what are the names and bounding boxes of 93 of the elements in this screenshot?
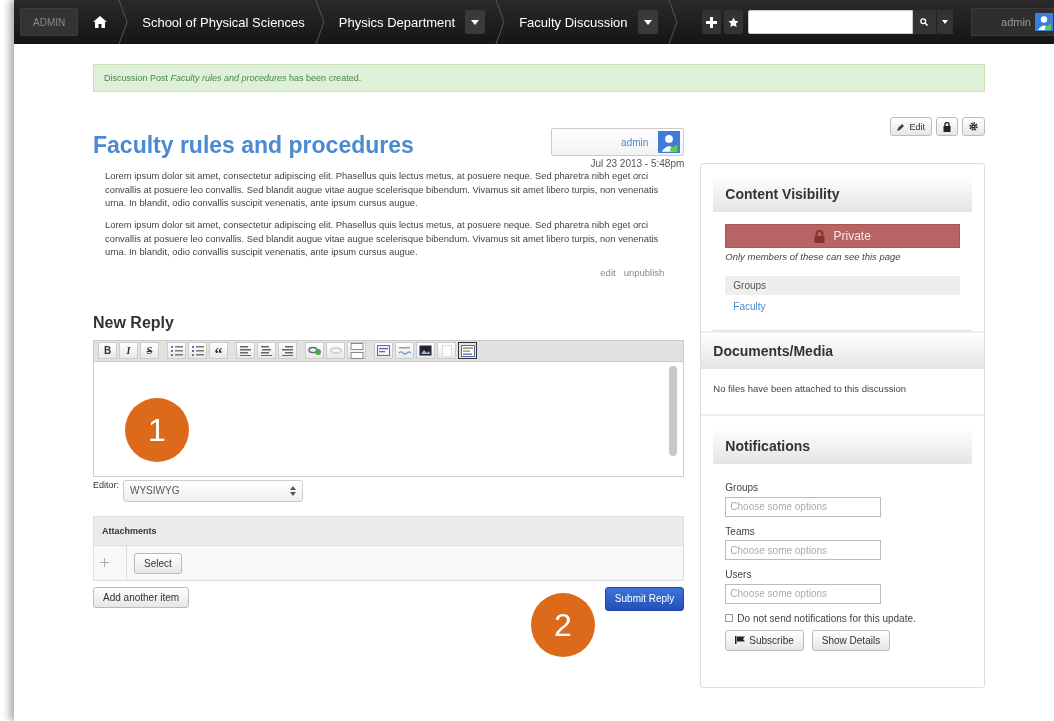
italic-button[interactable]: I	[119, 342, 138, 360]
quote-button[interactable]: “	[209, 342, 228, 360]
flag-icon	[735, 636, 746, 644]
lock-icon	[943, 121, 951, 132]
image-button[interactable]	[416, 342, 435, 360]
checkbox-label: Do not send notifications for this update.	[737, 612, 916, 624]
options-field[interactable]: Choose some options	[725, 496, 882, 517]
search-button[interactable]	[912, 10, 936, 34]
favorite-button[interactable]	[723, 10, 743, 34]
template-button[interactable]	[374, 342, 393, 360]
drag-handle-icon[interactable]	[100, 557, 109, 567]
attachments-header: Attachments	[94, 516, 684, 546]
submit-button[interactable]: Submit Reply	[604, 586, 685, 611]
empty-message: No files have been attached to this discussion	[712, 382, 908, 396]
dropdown-button[interactable]	[465, 10, 486, 34]
post-title: Faculty rules and procedures	[93, 132, 414, 160]
search-field[interactable]	[747, 10, 913, 34]
home-icon	[92, 15, 109, 29]
breadcrumb-link[interactable]: Faculty Discussion	[505, 14, 638, 30]
post-action-link[interactable]: unpublish	[623, 266, 665, 278]
blank-page-icon	[441, 344, 452, 357]
caret-icon	[471, 19, 480, 25]
bold-button[interactable]: B	[98, 342, 117, 360]
align-icon	[261, 345, 272, 357]
caret-icon	[643, 19, 652, 25]
add-item-button[interactable]: Add another item	[93, 586, 190, 608]
align-left-button[interactable]	[236, 342, 255, 360]
options-field[interactable]: Choose some options	[725, 540, 882, 560]
reply-heading: New Reply	[93, 313, 175, 332]
subscribe-button[interactable]: Subscribe	[725, 629, 804, 651]
field-label: Users	[725, 569, 753, 580]
add-button[interactable]	[702, 10, 721, 34]
source-button[interactable]	[458, 342, 477, 360]
image-icon	[419, 345, 432, 357]
pencil-icon	[897, 122, 906, 131]
private-badge: Private	[725, 224, 960, 248]
breadcrumb-link[interactable]: School of Physical Sciences	[128, 14, 315, 30]
page-break-button[interactable]	[347, 342, 366, 360]
chevron-separator-icon	[667, 0, 678, 44]
options-field[interactable]: Choose some options	[725, 583, 882, 604]
avatar-icon	[658, 131, 681, 153]
strike-button[interactable]: S	[140, 342, 159, 360]
align-center-button[interactable]	[257, 342, 276, 360]
admin-button[interactable]: ADMIN	[20, 8, 79, 36]
editor-label: Editor:	[93, 479, 119, 490]
success-message: Discussion Post Faculty rules and procedures has been created.	[93, 64, 985, 92]
show-details-button[interactable]: Show Details	[811, 629, 891, 651]
bullets-button[interactable]	[167, 342, 186, 360]
chevron-separator-icon	[495, 0, 506, 44]
dropdown-button[interactable]	[637, 10, 658, 34]
lock-button[interactable]	[936, 117, 958, 136]
settings-icon	[969, 122, 978, 131]
user-menu-button[interactable]: admin	[970, 8, 1054, 36]
caret-icon	[941, 20, 948, 24]
align-icon	[240, 345, 251, 357]
align-icon	[282, 345, 293, 357]
spelling-icon	[398, 345, 411, 357]
scrollbar[interactable]	[669, 365, 678, 456]
groups-heading: Groups	[725, 276, 960, 295]
plus-icon	[706, 16, 717, 28]
edit-button[interactable]: Edit	[890, 117, 932, 136]
step-number-marker: 2	[531, 593, 595, 657]
numbers-button[interactable]	[188, 342, 207, 360]
chevron-separator-icon	[314, 0, 325, 44]
post-paragraph: Lorem ipsum dolor sit amet, consectetur adipiscing elit. Phasellus quis lectus metus, at posuere neque. Sed pharetra nibh eget orci convallis at posuere leo convallis. Sed blandit augue vitae augue scelerisque bibendum. Vivamus sit amet libero turpis, non venenatis urna. In blandit, odio convallis suscipit venenatis, ante ipsum cursus augue.	[105, 169, 660, 210]
group-link[interactable]: Faculty	[733, 301, 766, 312]
select-button[interactable]: Select	[134, 552, 182, 574]
select-arrows-icon	[290, 485, 296, 496]
link-icon	[307, 345, 322, 357]
page-break-icon	[349, 342, 364, 359]
visibility-note: Only members of these can see this page	[725, 251, 902, 262]
source-icon	[460, 344, 475, 357]
chevron-separator-icon	[118, 0, 129, 44]
breadcrumb-link[interactable]: Physics Department	[324, 14, 466, 30]
list-icon	[170, 345, 183, 357]
search-icon	[920, 18, 929, 26]
lock-icon	[814, 229, 826, 243]
field-label: Teams	[725, 525, 756, 537]
author-name: admin	[621, 136, 649, 148]
avatar-icon	[1035, 13, 1053, 31]
checkbox[interactable]	[725, 614, 734, 622]
template-icon	[377, 345, 390, 357]
link-button[interactable]	[305, 342, 324, 360]
list-icon	[191, 345, 204, 357]
post-paragraph: Lorem ipsum dolor sit amet, consectetur adipiscing elit. Phasellus quis lectus metus, at posuere neque. Sed pharetra nibh eget orci convallis at posuere leo convallis. Sed blandit augue vitae augue scelerisque bibendum. Vivamus sit amet libero turpis, non venenatis urna. In blandit, odio convallis suscipit venenatis, ante ipsum cursus augue.	[105, 217, 660, 259]
settings-button[interactable]	[962, 117, 985, 136]
field-label: Groups	[725, 482, 760, 493]
editor-format-select[interactable]: WYSIWYG	[123, 479, 303, 502]
unlink-icon	[328, 345, 343, 357]
star-icon	[727, 16, 739, 28]
post-date: Jul 23 2013 - 5:48pm	[590, 158, 685, 169]
align-right-button[interactable]	[278, 342, 297, 360]
post-action-link[interactable]: edit	[600, 266, 616, 278]
